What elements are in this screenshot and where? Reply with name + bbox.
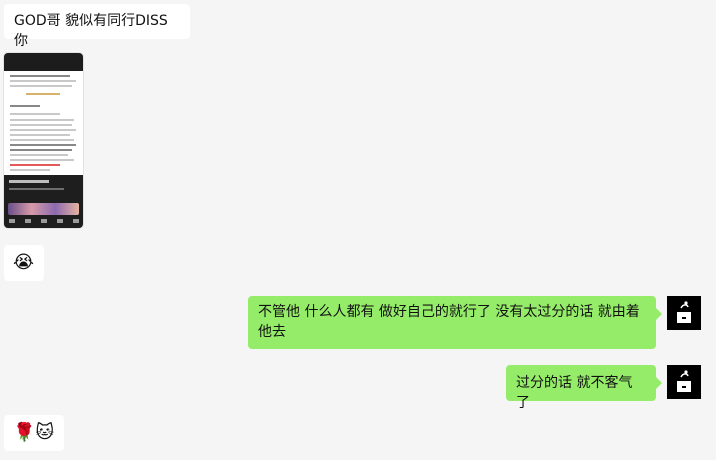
- message-text: 不管他 什么人都有 做好自己的就行了 没有太过分的话 就由着他去: [258, 304, 640, 340]
- avatar-icon: [667, 296, 701, 330]
- message-text: 过分的话 就不客气了: [516, 375, 633, 411]
- screenshot-status-bar: [4, 53, 83, 71]
- screenshot-toolbar: [9, 219, 79, 223]
- screenshot-banner: [8, 203, 79, 215]
- outgoing-message-bubble[interactable]: 过分的话 就不客气了: [506, 365, 662, 411]
- incoming-emoji-bubble[interactable]: 😭: [4, 245, 44, 281]
- avatar-icon: [667, 365, 701, 399]
- message-text: GOD哥 貌似有同行DISS你: [14, 13, 168, 49]
- incoming-emoji-bubble[interactable]: 🌹🐱: [4, 415, 64, 451]
- user-avatar[interactable]: [667, 296, 701, 330]
- chat-window: GOD哥 貌似有同行DISS你 😭 不管他 什么人都有 做好自己的就行了 没有太…: [0, 0, 716, 460]
- incoming-message-bubble[interactable]: GOD哥 貌似有同行DISS你: [4, 4, 190, 49]
- user-avatar[interactable]: [667, 365, 701, 399]
- shared-screenshot-image[interactable]: [4, 53, 83, 228]
- rose-and-cat-icon: 🌹🐱: [13, 422, 55, 443]
- outgoing-message-bubble[interactable]: 不管他 什么人都有 做好自己的就行了 没有太过分的话 就由着他去: [248, 296, 662, 349]
- crying-face-icon: 😭: [13, 252, 35, 273]
